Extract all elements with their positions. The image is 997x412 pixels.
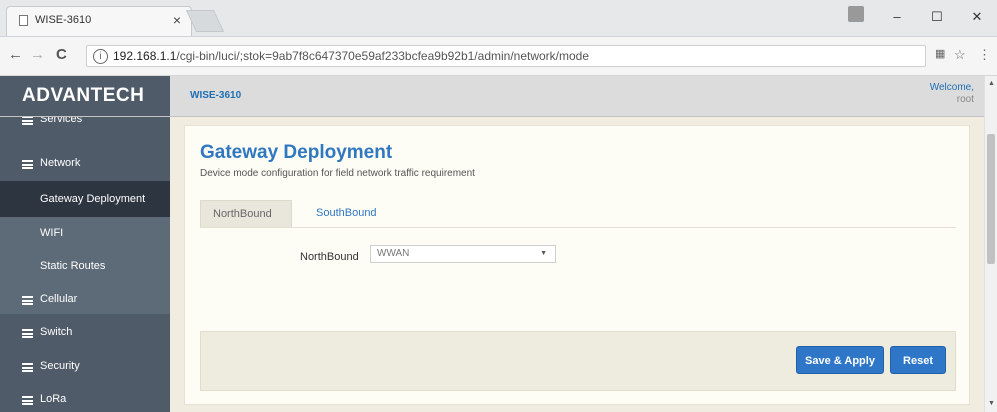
device-name: WISE-3610 — [190, 90, 242, 101]
sidebar-item-gateway-deployment[interactable]: Gateway Deployment — [0, 181, 170, 217]
forward-button[interactable]: → — [30, 46, 45, 63]
app-header: ADVANTECH WISE-3610 Welcome, root — [0, 76, 984, 117]
sidebar-item-static-routes[interactable]: Static Routes — [0, 250, 170, 283]
browser-toolbar: ← → C i 192.168.1.1/cgi-bin/luci/;stok=9… — [0, 37, 997, 76]
tab-northbound[interactable]: NorthBound — [200, 200, 292, 227]
logo[interactable]: ADVANTECH — [22, 85, 144, 107]
address-bar[interactable]: i 192.168.1.1/cgi-bin/luci/;stok=9ab7f8c… — [86, 45, 926, 67]
url-text: 192.168.1.1/cgi-bin/luci/;stok=9ab7f8c64… — [113, 49, 590, 63]
page-icon — [19, 15, 28, 26]
hamburger-icon — [22, 296, 33, 305]
hamburger-icon — [22, 329, 33, 338]
hamburger-icon — [22, 396, 33, 405]
sidebar: Services Network Gateway Deployment WIFI… — [0, 117, 170, 412]
save-apply-button[interactable]: Save & Apply — [796, 346, 884, 374]
reset-button[interactable]: Reset — [890, 346, 946, 374]
sidebar-item-wifi[interactable]: WIFI — [0, 217, 170, 250]
dropdown-arrow-icon: ▼ — [540, 250, 547, 257]
profile-icon[interactable] — [848, 6, 864, 22]
reload-button[interactable]: C — [56, 46, 67, 63]
northbound-select[interactable]: WWAN ▼ — [370, 245, 556, 263]
sidebar-item-switch[interactable]: Switch — [0, 316, 170, 350]
back-button[interactable]: ← — [8, 46, 23, 63]
scroll-up-icon[interactable]: ▲ — [988, 80, 995, 87]
translate-icon[interactable]: ▦ — [935, 47, 945, 60]
minimize-button[interactable]: – — [882, 6, 912, 28]
maximize-button[interactable]: ☐ — [922, 6, 952, 28]
hamburger-icon — [22, 363, 33, 372]
browser-tab[interactable]: WISE-3610 × — [6, 6, 192, 36]
sidebar-item-network[interactable]: Network — [0, 147, 170, 181]
tab-close-icon[interactable]: × — [173, 12, 181, 28]
logo-box: ADVANTECH — [0, 76, 170, 116]
menu-icon[interactable]: ⋮ — [978, 47, 991, 63]
user-name: root — [956, 94, 974, 105]
app: ADVANTECH WISE-3610 Welcome, root Servic… — [0, 76, 984, 412]
sidebar-item-services[interactable]: Services — [0, 117, 170, 151]
sidebar-item-lora[interactable]: LoRa — [0, 383, 170, 412]
form-area: NorthBound WWAN ▼ — [200, 227, 956, 328]
sidebar-item-cellular[interactable]: Cellular — [0, 283, 170, 317]
tab-title: WISE-3610 — [35, 14, 92, 26]
content-card: Gateway Deployment Device mode configura… — [184, 125, 970, 405]
page-title: Gateway Deployment — [200, 142, 393, 163]
welcome-text: Welcome, root — [929, 82, 974, 105]
form-actions: Save & Apply Reset — [200, 331, 956, 391]
info-icon[interactable]: i — [93, 49, 108, 64]
hamburger-icon — [22, 117, 33, 125]
tab-southbound[interactable]: SouthBound — [304, 200, 389, 227]
northbound-label: NorthBound — [300, 251, 359, 263]
browser-tab-bar: WISE-3610 × – ☐ ✕ — [0, 0, 997, 37]
page-description: Device mode configuration for field netw… — [200, 168, 475, 179]
star-icon[interactable]: ☆ — [954, 47, 966, 63]
sidebar-item-security[interactable]: Security — [0, 350, 170, 384]
scroll-thumb[interactable] — [987, 134, 995, 264]
main-content: Gateway Deployment Device mode configura… — [170, 117, 984, 412]
hamburger-icon — [22, 160, 33, 169]
close-window-button[interactable]: ✕ — [962, 6, 992, 28]
page-scrollbar[interactable]: ▲ ▼ — [984, 76, 997, 412]
scroll-down-icon[interactable]: ▼ — [988, 400, 995, 407]
